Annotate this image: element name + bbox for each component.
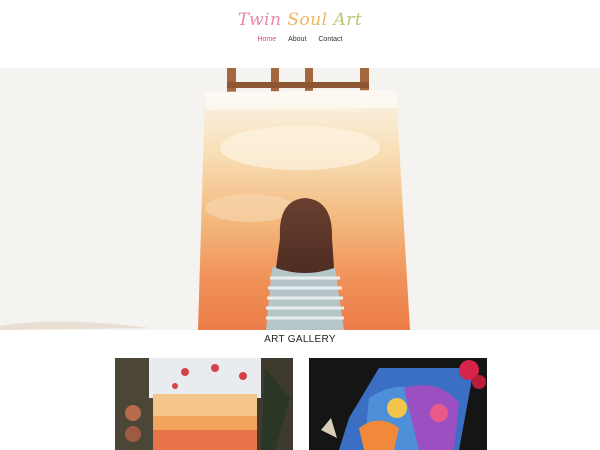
hero-banner	[0, 68, 600, 330]
gallery-item-ganesha-painting[interactable]	[309, 358, 487, 450]
hero-easel-painting-image	[0, 68, 410, 330]
logo-word-2: Soul	[287, 10, 328, 30]
gallery-item-sunset-painting[interactable]	[115, 358, 293, 450]
nav-contact[interactable]: Contact	[318, 36, 342, 43]
gallery-title: ART GALLERY	[264, 334, 336, 345]
logo-word-3: Art	[333, 10, 363, 30]
site-logo[interactable]: Twin Soul Art	[0, 10, 600, 30]
nav-about[interactable]: About	[288, 36, 306, 43]
nav-home[interactable]: Home	[257, 36, 276, 43]
main-nav: Home About Contact	[0, 36, 600, 43]
sunset-painting-thumbnail	[115, 358, 293, 450]
ganesha-painting-thumbnail	[309, 358, 487, 450]
logo-word-1: Twin	[237, 10, 282, 30]
site-header: Twin Soul Art Home About Contact	[0, 0, 600, 68]
